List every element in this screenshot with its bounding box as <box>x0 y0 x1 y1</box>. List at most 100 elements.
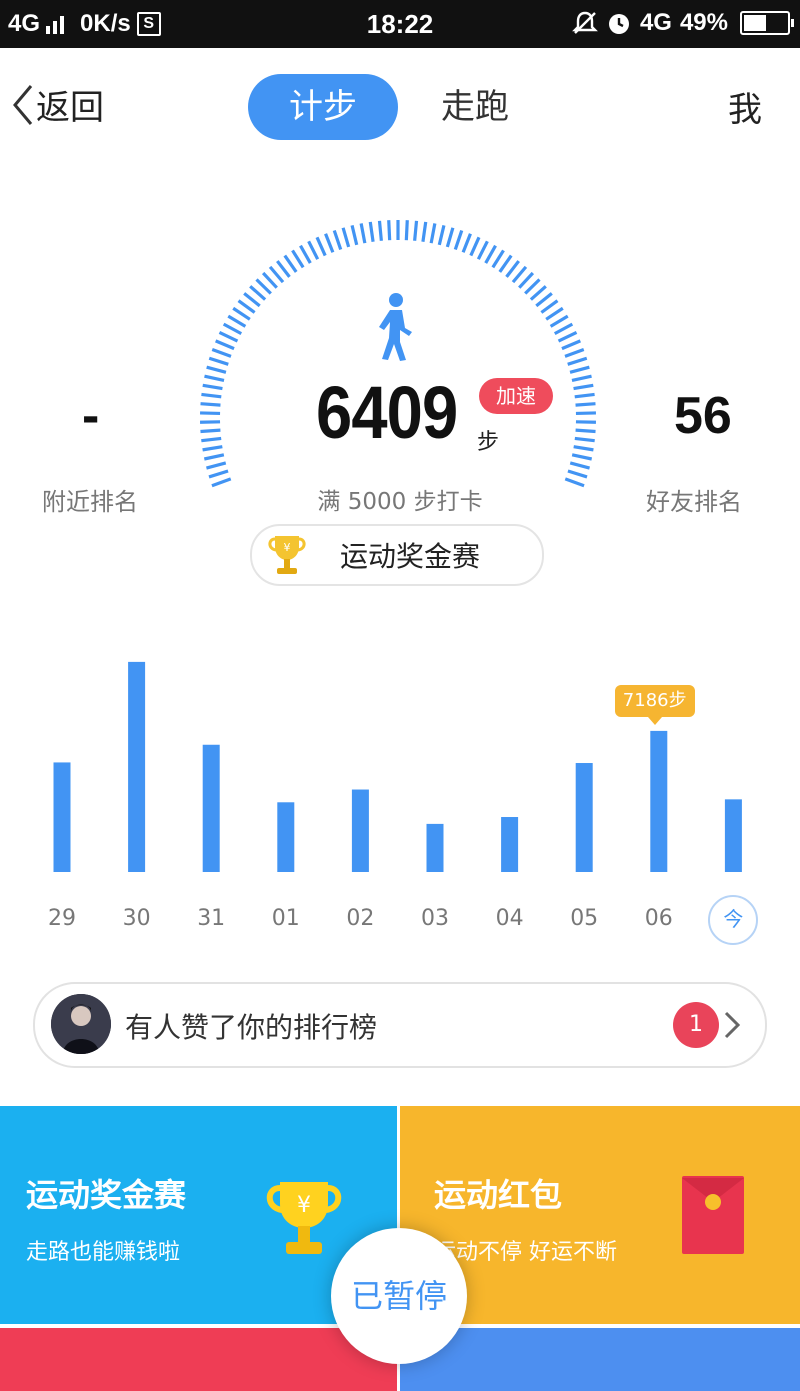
tab-steps[interactable]: 计步 <box>248 74 398 140</box>
gauge-tick <box>368 221 375 242</box>
gauge-tick <box>569 365 590 374</box>
walking-person-icon <box>379 293 412 361</box>
gauge-tick <box>307 240 320 260</box>
bar-30[interactable] <box>128 661 146 872</box>
gauge-tick <box>535 292 553 308</box>
bar-02[interactable] <box>351 789 369 872</box>
step-gauge: 6409 步 加速 满 5000 步打卡 - 附近排名 56 好友排名 <box>0 200 800 520</box>
gauge-tick <box>268 265 285 284</box>
bottom-card-blue[interactable] <box>400 1328 800 1391</box>
network-type-right: 4G <box>639 9 672 36</box>
gauge-tick <box>291 249 305 269</box>
gauge-tick <box>201 436 222 443</box>
gauge-tick <box>202 445 223 452</box>
gauge-tick <box>573 383 594 391</box>
avatar-image <box>51 994 111 1054</box>
gauge-tick <box>208 356 229 366</box>
bar-06[interactable] <box>650 730 668 872</box>
gauge-tick <box>524 278 541 295</box>
notification-count-badge: 1 <box>673 1002 719 1048</box>
gauge-tick <box>237 299 256 314</box>
chevron-left-icon <box>13 84 33 125</box>
red-envelope-icon <box>682 1176 744 1254</box>
gauge-tick <box>359 223 367 244</box>
bar-today[interactable] <box>724 799 742 872</box>
gauge-tick <box>215 339 235 351</box>
gauge-tick <box>575 402 596 407</box>
gauge-tick <box>261 271 278 289</box>
gauge-tick <box>498 254 513 273</box>
daily-steps-chart: 7186步 29 30 31 01 02 03 04 05 06 今 <box>0 640 800 950</box>
bar-31[interactable] <box>202 744 220 872</box>
gauge-tick <box>276 260 291 278</box>
gauge-tick <box>574 436 595 443</box>
nearby-rank-value[interactable]: - <box>82 386 99 446</box>
gauge-tick <box>200 411 221 416</box>
tab-walk-run[interactable]: 走跑 <box>420 74 530 140</box>
gauge-tick <box>201 392 222 399</box>
x-tick-label: 06 <box>644 906 673 931</box>
contest-card-subtitle: 走路也能赚钱啦 <box>26 1240 181 1265</box>
gauge-tick <box>453 230 464 250</box>
speedup-button[interactable]: 加速 <box>479 378 553 414</box>
x-tick-label: 30 <box>122 906 151 931</box>
gauge-tick <box>484 244 497 264</box>
back-label: 返回 <box>36 88 104 128</box>
like-notification[interactable]: 有人赞了你的排行榜 1 <box>33 982 767 1068</box>
gauge-tick <box>203 453 225 461</box>
gauge-tick <box>377 220 383 241</box>
gauge-tick <box>575 428 596 434</box>
red-packet-card-title: 运动红包 <box>434 1176 563 1214</box>
x-tick-label: 01 <box>271 906 300 931</box>
trophy-icon: ¥ <box>268 536 306 574</box>
back-button[interactable]: 返回 <box>12 80 104 129</box>
bar-05[interactable] <box>575 763 593 872</box>
gauge-tick <box>445 227 455 248</box>
bar-01[interactable] <box>277 802 295 872</box>
gauge-tick <box>200 402 221 407</box>
trophy-icon: ¥ <box>266 1182 342 1254</box>
x-tick-label: 05 <box>570 906 599 931</box>
bar-tooltip: 7186步 <box>614 684 695 725</box>
contest-pill-button[interactable]: ¥ 运动奖金赛 <box>250 524 544 586</box>
gauge-tick <box>243 292 261 308</box>
notification-text: 有人赞了你的排行榜 <box>125 1011 378 1044</box>
contest-pill-label: 运动奖金赛 <box>340 540 481 573</box>
battery-percent: 49% <box>679 9 728 36</box>
gauge-tick <box>573 445 594 452</box>
gauge-tick <box>491 249 505 269</box>
gauge-tick <box>387 220 392 241</box>
nearby-rank-label[interactable]: 附近排名 <box>42 482 138 517</box>
gauge-tick <box>206 365 227 374</box>
today-button[interactable]: 今 <box>708 895 759 945</box>
gauge-tick <box>200 428 221 434</box>
gauge-tick <box>553 322 574 336</box>
bottom-card-red[interactable] <box>0 1328 397 1391</box>
chevron-right-icon <box>724 1011 741 1039</box>
red-packet-card-subtitle: 运动不停 好运不断 <box>434 1240 617 1265</box>
gauge-tick <box>469 236 481 257</box>
bar-29[interactable] <box>53 762 71 872</box>
friend-rank-label[interactable]: 好友排名 <box>646 482 742 517</box>
bar-03[interactable] <box>426 823 444 872</box>
friend-rank-value[interactable]: 56 <box>674 386 732 446</box>
avatar <box>51 994 111 1054</box>
x-tick-label: 29 <box>48 906 76 931</box>
alarm-clock-icon <box>608 14 629 34</box>
gauge-tick <box>218 330 239 343</box>
gauge-tick <box>569 461 590 470</box>
gauge-tick <box>232 306 251 321</box>
gauge-tick <box>561 339 581 351</box>
gauge-tick <box>571 374 592 382</box>
me-button[interactable]: 我 <box>728 82 762 131</box>
gauge-tick <box>404 220 409 241</box>
bar-04[interactable] <box>501 817 519 872</box>
pause-button[interactable]: 已暂停 <box>331 1228 467 1364</box>
gauge-tick <box>249 285 267 301</box>
gauge-tick <box>222 322 243 336</box>
step-unit: 步 <box>477 430 500 455</box>
gauge-tick <box>557 330 578 343</box>
x-tick-label: 02 <box>346 906 375 931</box>
gauge-tick <box>549 314 569 328</box>
gauge-tick <box>567 356 588 366</box>
